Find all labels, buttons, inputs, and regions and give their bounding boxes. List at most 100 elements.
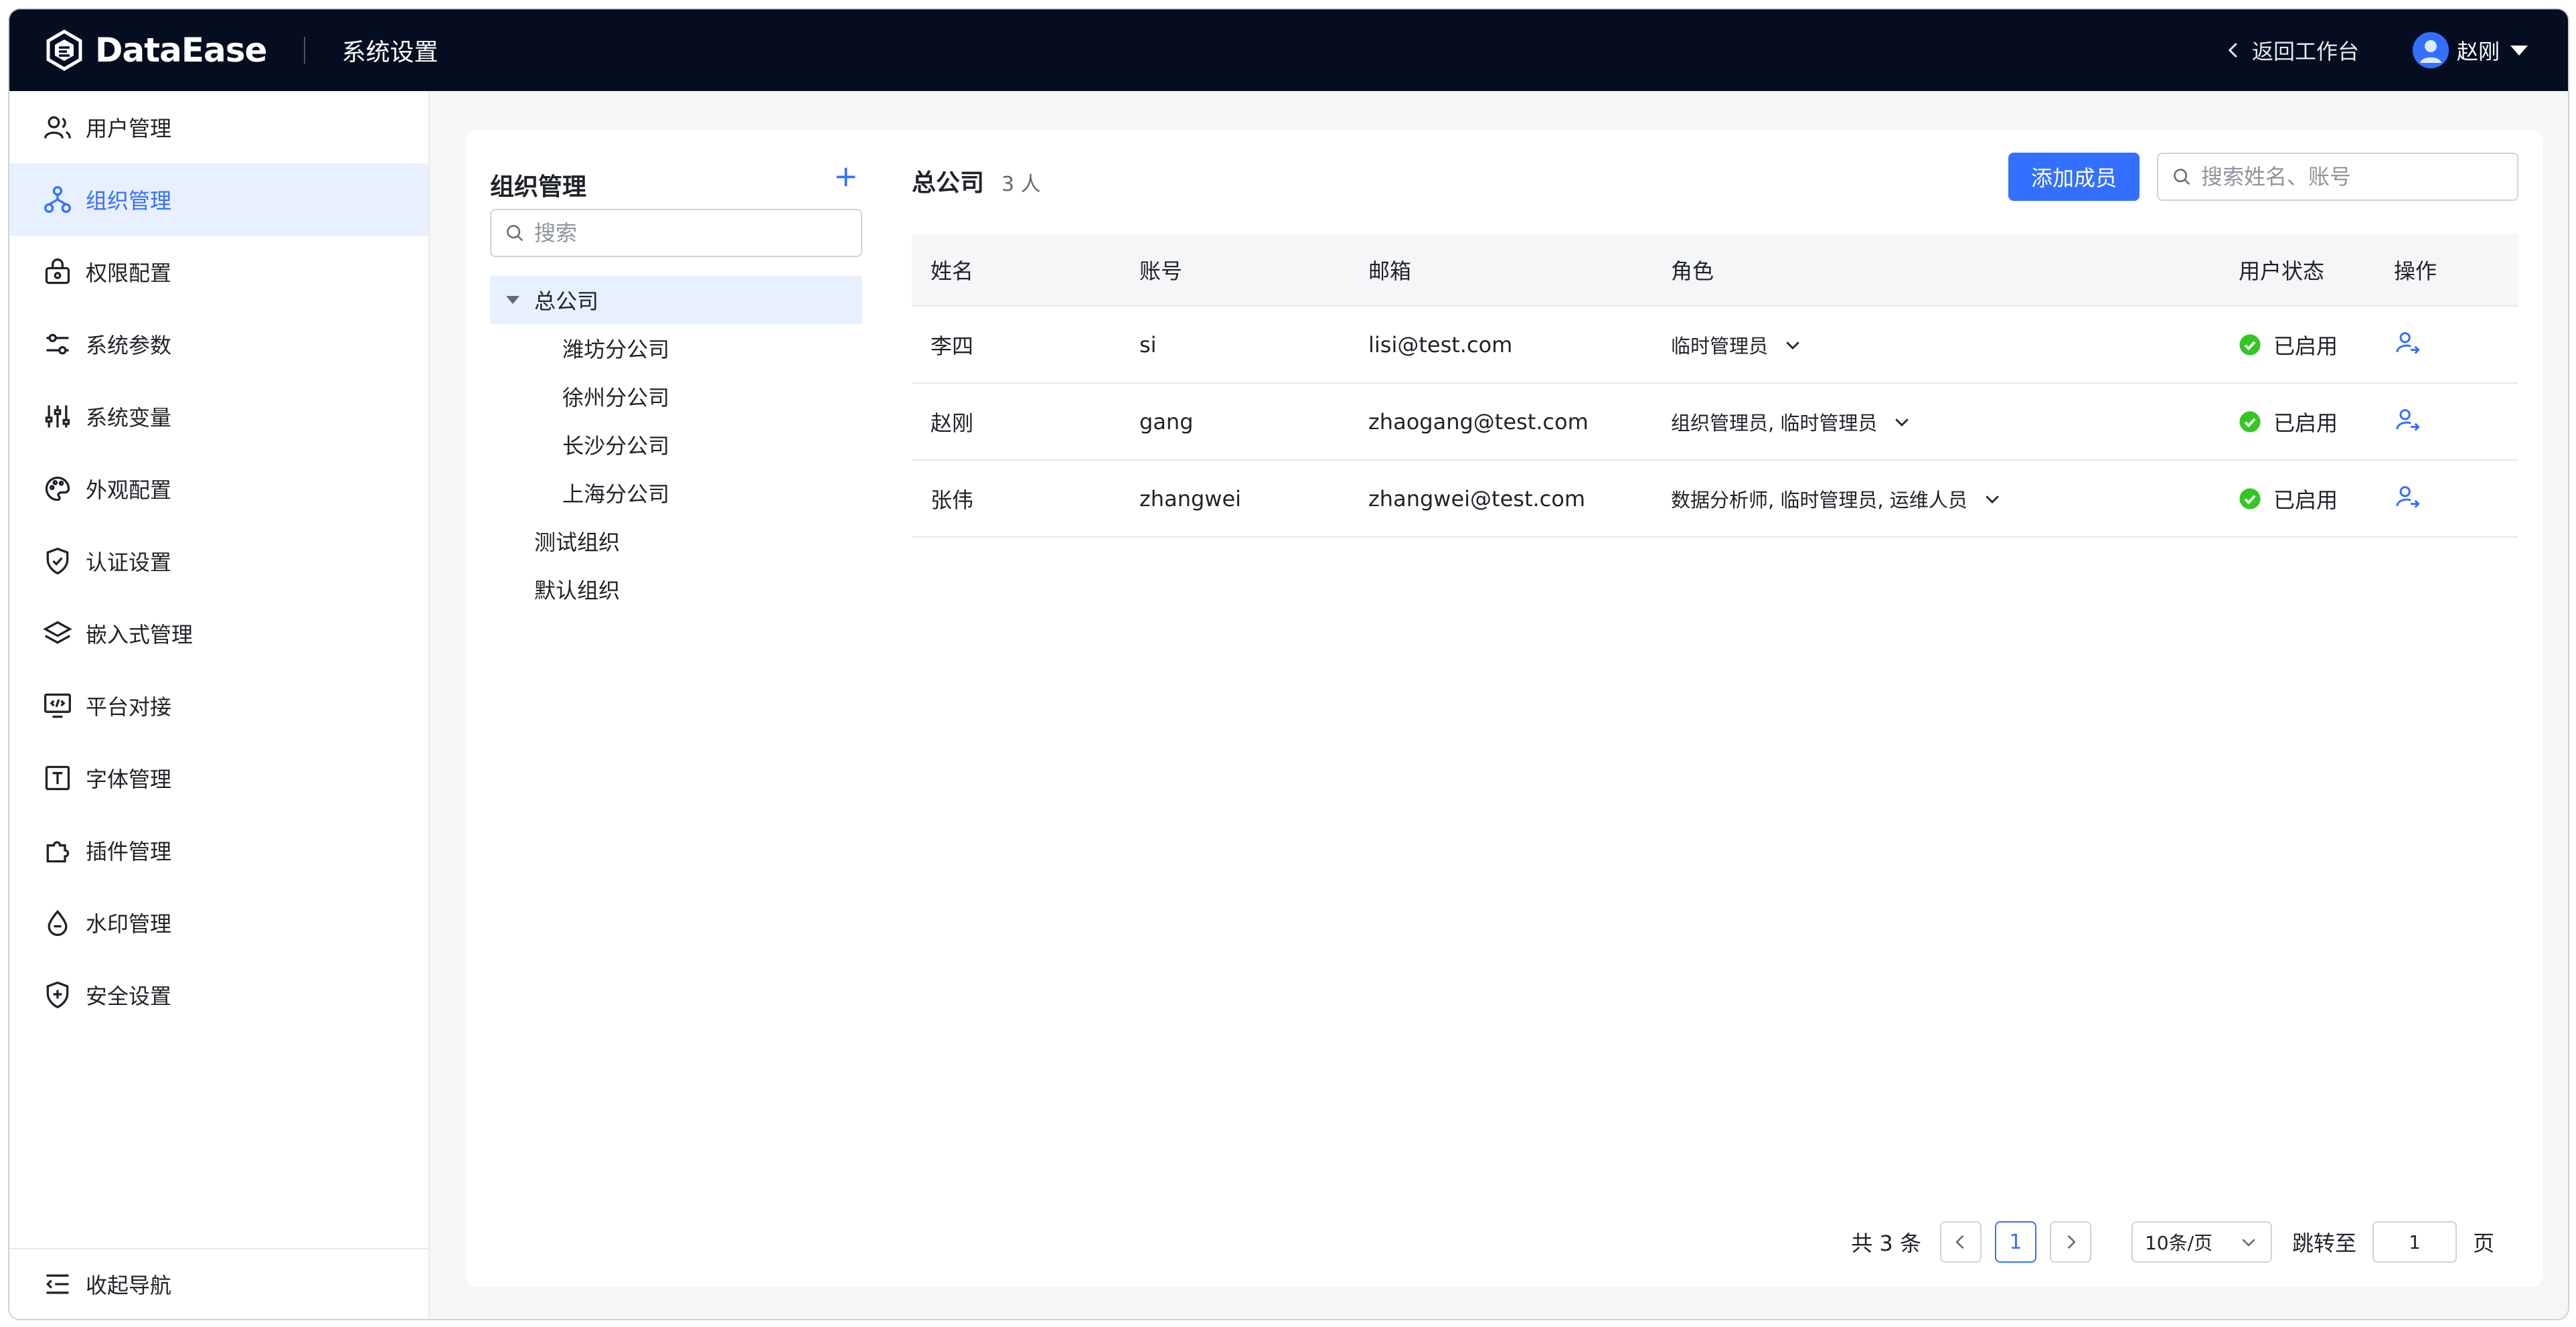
check-circle-icon xyxy=(2239,333,2261,356)
role-select[interactable]: 数据分析师, 临时管理员, 运维人员 xyxy=(1668,485,2239,513)
sidebar-item-fonts[interactable]: 字体管理 xyxy=(9,742,428,814)
user-menu[interactable]: 赵刚 xyxy=(2412,32,2528,68)
sidebar-item-org[interactable]: 组织管理 xyxy=(9,163,428,236)
sidebar-item-label: 权限配置 xyxy=(86,260,172,286)
chevron-down-icon xyxy=(1986,495,1999,503)
prev-page-button[interactable] xyxy=(1939,1221,1982,1263)
role-select[interactable]: 临时管理员 xyxy=(1668,331,2239,359)
role-value: 临时管理员 xyxy=(1671,334,1769,358)
tree-node[interactable]: 测试组织 xyxy=(490,517,862,565)
status-text: 已启用 xyxy=(2273,333,2338,359)
sidebar-item-label: 安全设置 xyxy=(86,984,172,1009)
sliders-icon xyxy=(46,333,69,355)
sidebar-item-label: 外观配置 xyxy=(86,477,172,503)
table-header: 姓名 账号 邮箱 角色 用户状态 操作 xyxy=(912,234,2518,307)
check-circle-icon xyxy=(2239,487,2261,510)
sidebar-item-platform[interactable]: 平台对接 xyxy=(9,670,428,742)
tree-node[interactable]: 徐州分公司 xyxy=(490,372,862,420)
tree-node-root[interactable]: 总公司 xyxy=(490,276,862,324)
check-circle-icon xyxy=(2239,410,2261,433)
caret-down-icon[interactable] xyxy=(506,296,519,304)
move-user-icon[interactable] xyxy=(2394,406,2421,433)
search-icon xyxy=(2174,169,2190,185)
sidebar-item-label: 平台对接 xyxy=(86,694,172,720)
tree-node[interactable]: 上海分公司 xyxy=(490,469,862,517)
tree-node[interactable]: 默认组织 xyxy=(490,565,862,613)
sidebar-item-security[interactable]: 安全设置 xyxy=(9,959,428,1031)
sidebar-item-label: 字体管理 xyxy=(86,767,172,792)
chevron-left-icon xyxy=(2228,42,2237,58)
sidebar-item-system-variables[interactable]: 系统变量 xyxy=(9,380,428,453)
back-to-workbench-link[interactable]: 返回工作台 xyxy=(2224,35,2359,66)
tree-node[interactable]: 潍坊分公司 xyxy=(490,324,862,372)
page-size-select[interactable]: 10条/页 xyxy=(2131,1221,2272,1263)
sidebar-item-appearance[interactable]: 外观配置 xyxy=(9,453,428,525)
cell-email: lisi@test.com xyxy=(1368,331,1513,358)
page-button-current[interactable]: 1 xyxy=(1994,1221,2036,1263)
role-select[interactable]: 组织管理员, 临时管理员 xyxy=(1668,408,2239,436)
cell-account: zhangwei xyxy=(1139,485,1242,512)
status-text: 已启用 xyxy=(2273,410,2338,436)
cell-email: zhangwei@test.com xyxy=(1368,485,1585,512)
tree-node-label: 上海分公司 xyxy=(562,481,670,507)
org-search-input[interactable] xyxy=(534,220,829,246)
search-icon xyxy=(507,225,524,242)
users-icon xyxy=(44,116,71,139)
collapse-icon xyxy=(46,1274,69,1294)
org-search-box[interactable] xyxy=(490,209,862,257)
user-avatar-icon xyxy=(2412,32,2449,68)
palette-icon xyxy=(45,476,70,501)
member-search-box[interactable] xyxy=(2157,153,2518,201)
drop-icon xyxy=(48,909,68,936)
move-user-icon[interactable] xyxy=(2394,483,2421,510)
add-member-button[interactable]: 添加成员 xyxy=(2008,153,2140,201)
tree-node-label: 总公司 xyxy=(534,289,599,314)
org-tree: 总公司 潍坊分公司 徐州分公司 长沙分公司 上海分公司 测试组织 默认组织 xyxy=(490,276,862,613)
avatar xyxy=(2412,32,2449,68)
caret-down-icon xyxy=(2510,45,2528,56)
tree-node[interactable]: 长沙分公司 xyxy=(490,420,862,469)
logo[interactable]: DataEase xyxy=(43,29,267,72)
cell-email: zhaogang@test.com xyxy=(1368,408,1589,435)
collapse-nav-button[interactable]: 收起导航 xyxy=(9,1248,428,1319)
chevron-right-icon xyxy=(2067,1235,2076,1249)
sidebar-item-label: 系统参数 xyxy=(86,333,172,358)
table-row: 赵刚 gang zhaogang@test.com 组织管理员, 临时管理员 已… xyxy=(912,384,2518,461)
sidebar-item-users[interactable]: 用户管理 xyxy=(9,91,428,163)
sidebar-item-watermark[interactable]: 水印管理 xyxy=(9,886,428,959)
cell-actions xyxy=(2391,406,2485,438)
sidebar-item-label: 组织管理 xyxy=(86,188,172,214)
layers-icon xyxy=(43,621,72,644)
puzzle-icon xyxy=(46,841,70,863)
chevron-down-icon xyxy=(1786,341,1799,349)
column-header-actions: 操作 xyxy=(2394,258,2437,284)
sidebar: 用户管理 组织管理 权限配置 系统参数 系统变量 外观配置 认证设置 嵌入式管理… xyxy=(9,91,430,1319)
role-value: 数据分析师, 临时管理员, 运维人员 xyxy=(1671,488,1967,512)
header-divider xyxy=(304,37,306,64)
column-header-email: 邮箱 xyxy=(1368,258,1412,284)
next-page-button[interactable] xyxy=(2049,1221,2091,1263)
dataease-logo-icon xyxy=(46,29,82,71)
member-search-input[interactable] xyxy=(2201,164,2509,189)
add-org-button[interactable]: + xyxy=(833,162,858,191)
sidebar-item-embedded[interactable]: 嵌入式管理 xyxy=(9,597,428,670)
sidebar-item-plugins[interactable]: 插件管理 xyxy=(9,814,428,886)
move-user-icon[interactable] xyxy=(2394,329,2421,356)
jump-page-input[interactable]: 1 xyxy=(2372,1221,2457,1263)
column-header-name: 姓名 xyxy=(931,258,974,284)
sidebar-item-auth[interactable]: 认证设置 xyxy=(9,525,428,597)
sidebar-item-permissions[interactable]: 权限配置 xyxy=(9,236,428,308)
page-unit-label: 页 xyxy=(2472,1231,2494,1256)
sidebar-item-label: 插件管理 xyxy=(86,839,172,864)
status-badge: 已启用 xyxy=(2239,329,2391,360)
status-badge: 已启用 xyxy=(2239,406,2391,437)
table-row: 李四 si lisi@test.com 临时管理员 已启用 xyxy=(912,307,2518,384)
table-row: 张伟 zhangwei zhangwei@test.com 数据分析师, 临时管… xyxy=(912,461,2518,538)
cell-actions xyxy=(2391,329,2485,361)
role-value: 组织管理员, 临时管理员 xyxy=(1671,411,1878,435)
sidebar-item-system-params[interactable]: 系统参数 xyxy=(9,308,428,380)
cell-actions xyxy=(2391,483,2485,515)
font-icon xyxy=(45,765,70,791)
pagination: 共 3 条 1 10条/页 跳转至 1 页 xyxy=(1851,1221,2494,1263)
back-link-label: 返回工作台 xyxy=(2251,39,2359,64)
